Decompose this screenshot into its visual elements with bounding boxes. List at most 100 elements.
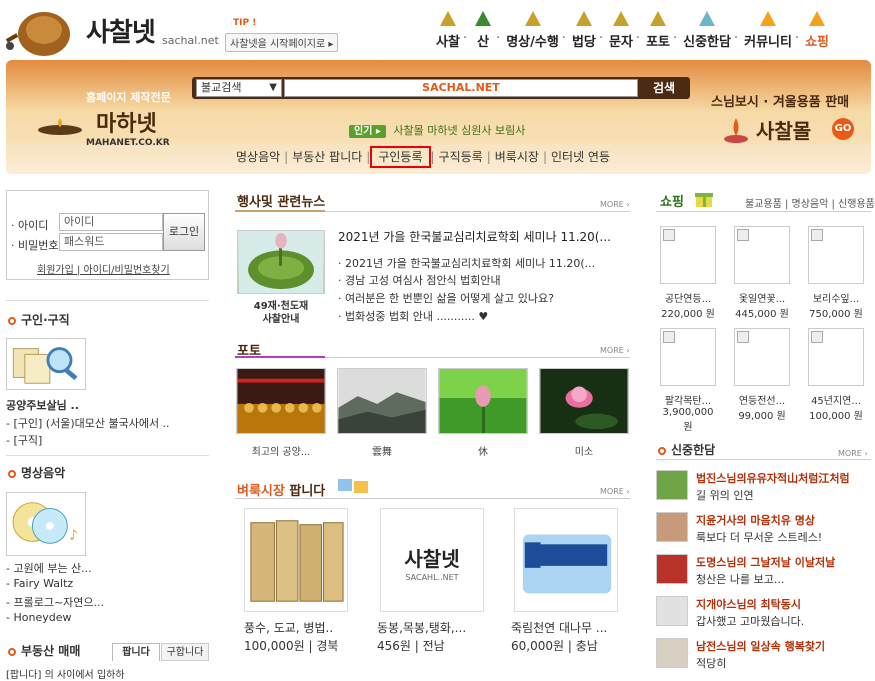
shinjung-item-subtitle[interactable]: 청산은 나를 보고... bbox=[696, 571, 784, 587]
shop-item-image[interactable] bbox=[734, 328, 790, 386]
jobs-item-2[interactable]: - [구직] bbox=[6, 432, 42, 448]
shop-banner-title[interactable]: 사찰몰 bbox=[756, 115, 811, 144]
photo-lotus-bud[interactable] bbox=[438, 368, 528, 434]
shop-item-name[interactable]: 팔각목탄... bbox=[658, 392, 718, 407]
shopping-category-links[interactable]: 불교용품 | 명상음악 | 신행용품 bbox=[745, 195, 875, 210]
photo-caption-2[interactable]: 休 bbox=[438, 443, 528, 458]
estate-tab-sell[interactable]: 팝니다 bbox=[112, 643, 160, 661]
nav-item-2[interactable]: 명상/수행 bbox=[506, 8, 559, 58]
nav-item-7[interactable]: 커뮤니티 bbox=[744, 8, 792, 58]
search-button[interactable]: 검색 bbox=[642, 79, 686, 97]
photo-buddha-statues[interactable] bbox=[236, 368, 326, 434]
lotus-leaf-image[interactable] bbox=[237, 230, 325, 294]
search-category-select[interactable]: 불교검색 ▼ bbox=[196, 79, 282, 97]
search-input[interactable]: SACHAL.NET bbox=[284, 79, 638, 97]
site-logo-text[interactable]: 사찰넷 bbox=[86, 12, 156, 49]
market-section-title[interactable]: 벼룩시장 팝니다 bbox=[237, 480, 325, 499]
shinjung-item-subtitle[interactable]: 적당히 bbox=[696, 655, 726, 671]
popular-keyword-links[interactable]: 사찰몰 마하넷 심원사 보림사 bbox=[393, 124, 525, 137]
shinjung-item-title[interactable]: 지개야스님의 최탁동시 bbox=[696, 596, 801, 612]
photo-lotus-flower[interactable] bbox=[539, 368, 629, 434]
login-button[interactable]: 로그인 bbox=[163, 213, 205, 251]
music-item-2[interactable]: - 프롤로그~자연으... bbox=[6, 594, 104, 610]
photo-more-link[interactable]: MORE › bbox=[600, 346, 630, 355]
shop-item-image[interactable] bbox=[660, 328, 716, 386]
jobs-item-1[interactable]: - [구인] (서울)대모산 불국사에서 .. bbox=[6, 415, 170, 431]
shinjung-item-subtitle[interactable]: 갑사했고 고마웠습니다. bbox=[696, 613, 804, 629]
mahanet-url[interactable]: MAHANET.CO.KR bbox=[86, 138, 170, 148]
shinjung-section-title[interactable]: 신중한담 bbox=[658, 441, 715, 458]
category-link-3[interactable]: 구직등록 bbox=[439, 150, 483, 164]
nav-item-1[interactable]: 산 bbox=[473, 8, 493, 58]
music-section-title[interactable]: 명상음악 bbox=[8, 464, 65, 481]
news-item-2[interactable]: · 여러분은 한 번뿐인 삶을 어떻게 살고 있나요? bbox=[338, 290, 554, 306]
magnifier-docs-icon[interactable] bbox=[6, 338, 86, 390]
shinjung-item-title[interactable]: 도명스님의 그날저날 이날저날 bbox=[696, 554, 835, 570]
news-headline[interactable]: 2021년 가을 한국불교심리치료학회 세미나 11.20(... bbox=[338, 228, 611, 245]
bell-logo-icon[interactable] bbox=[4, 6, 76, 58]
shop-item-image[interactable] bbox=[660, 226, 716, 284]
news-item-3[interactable]: · 법화성중 법회 안내 ........... ♥ bbox=[338, 308, 488, 324]
nav-item-3[interactable]: 법당 bbox=[572, 8, 596, 58]
music-item-0[interactable]: - 고원에 부는 산... bbox=[6, 560, 92, 576]
photo-caption-1[interactable]: 雲舞 bbox=[337, 443, 427, 458]
account-links[interactable]: 회원가입 | 아이디/비밀번호찾기 bbox=[37, 261, 170, 276]
shop-item-image[interactable] bbox=[808, 226, 864, 284]
news-section-title[interactable]: 행사및 관련뉴스 bbox=[237, 191, 325, 210]
product-image-books[interactable] bbox=[244, 508, 348, 612]
id-input[interactable]: 아이디 bbox=[59, 213, 163, 231]
product-name-0[interactable]: 풍수, 도교, 병법.. bbox=[244, 619, 333, 636]
news-item-1[interactable]: · 경남 고성 여심사 점안식 법회안내 bbox=[338, 272, 501, 288]
shinjung-item-subtitle[interactable]: 길 위의 인연 bbox=[696, 487, 754, 503]
shop-item-image[interactable] bbox=[808, 328, 864, 386]
estate-section-title[interactable]: 부동산 매매 bbox=[8, 642, 80, 659]
nav-item-6[interactable]: 신중한담 bbox=[683, 8, 731, 58]
news-more-link[interactable]: MORE › bbox=[600, 200, 630, 209]
shinjung-thumbnail[interactable] bbox=[656, 596, 688, 626]
product-name-2[interactable]: 죽림천연 대나무 ... bbox=[511, 619, 607, 636]
shinjung-thumbnail[interactable] bbox=[656, 638, 688, 668]
news-item-0[interactable]: · 2021년 가을 한국불교심리치료학회 세미나 11.20(... bbox=[338, 255, 595, 271]
category-link-4[interactable]: 벼룩시장 bbox=[495, 150, 539, 164]
shinjung-more-link[interactable]: MORE › bbox=[838, 449, 868, 458]
photo-caption-0[interactable]: 최고의 공양... bbox=[236, 443, 326, 458]
nav-item-4[interactable]: 문자 bbox=[609, 8, 633, 58]
product-image-bamboo-mat[interactable] bbox=[514, 508, 618, 612]
shinjung-item-title[interactable]: 법진스님의유유자적山처럼江처럼 bbox=[696, 470, 850, 486]
shop-go-button[interactable]: GO bbox=[832, 118, 854, 140]
category-link-0[interactable]: 명상음악 bbox=[236, 150, 280, 164]
estate-item[interactable]: [팝니다] 의 사이에서 입하하 bbox=[6, 666, 125, 681]
shop-item-name[interactable]: 연등전선... bbox=[732, 392, 792, 407]
shop-item-name[interactable]: 공단연등... bbox=[658, 290, 718, 305]
product-image-placeholder[interactable]: 사찰넷 SACAHL..NET bbox=[380, 508, 484, 612]
shinjung-item-title[interactable]: 남전스님의 일상속 행복찾기 bbox=[696, 638, 825, 654]
shinjung-item-subtitle[interactable]: 룩보다 더 무서운 스트레스! bbox=[696, 529, 822, 545]
category-link-5[interactable]: 인터넷 연등 bbox=[551, 150, 610, 164]
category-link-1[interactable]: 부동산 팝니다 bbox=[292, 150, 362, 164]
shop-item-name[interactable]: 45년지연... bbox=[806, 392, 866, 407]
nav-item-5[interactable]: 포토 bbox=[646, 8, 670, 58]
estate-tab-buy[interactable]: 구합니다 bbox=[161, 643, 209, 661]
shop-item-name[interactable]: 옻일연꽃... bbox=[732, 290, 792, 305]
shop-item-image[interactable] bbox=[734, 226, 790, 284]
set-start-page-button[interactable]: 사찰넷을 시작페이지로 ▸ bbox=[225, 33, 339, 52]
news-image-caption[interactable]: 49재·천도재 사찰안내 bbox=[250, 300, 312, 326]
photo-misty-mountains[interactable] bbox=[337, 368, 427, 434]
jobs-item-0[interactable]: 공양주보살님 .. bbox=[6, 397, 79, 413]
nav-item-0[interactable]: 사찰 bbox=[436, 8, 460, 58]
shinjung-item-title[interactable]: 지윤거사의 마음치유 명상 bbox=[696, 512, 815, 528]
mahanet-ad-title[interactable]: 마하넷 bbox=[96, 106, 157, 138]
photo-caption-3[interactable]: 미소 bbox=[539, 443, 629, 458]
category-link-2[interactable]: 구인등록 bbox=[370, 146, 431, 168]
shinjung-thumbnail[interactable] bbox=[656, 554, 688, 584]
shinjung-thumbnail[interactable] bbox=[656, 470, 688, 500]
cd-music-icon[interactable]: ♪ bbox=[6, 492, 86, 556]
nav-item-8[interactable]: 쇼핑 bbox=[805, 8, 829, 58]
shopping-section-title[interactable]: 쇼핑 bbox=[660, 191, 684, 210]
music-item-3[interactable]: - Honeydew bbox=[6, 611, 71, 624]
shop-item-name[interactable]: 보리수잎... bbox=[806, 290, 866, 305]
music-item-1[interactable]: - Fairy Waltz bbox=[6, 577, 73, 590]
shinjung-thumbnail[interactable] bbox=[656, 512, 688, 542]
password-input[interactable]: 패스워드 bbox=[59, 233, 163, 251]
jobs-section-title[interactable]: 구인·구직 bbox=[8, 311, 70, 328]
